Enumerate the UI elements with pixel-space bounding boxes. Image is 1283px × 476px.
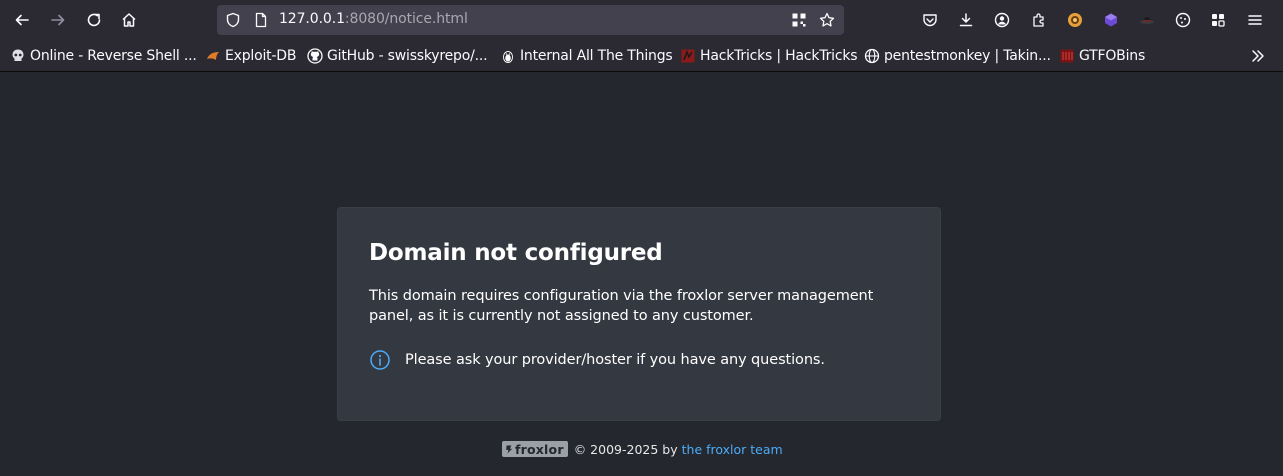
bookmark-label: GitHub - swisskyrepo/... (327, 48, 488, 64)
url-text[interactable]: 127.0.0.1:8080/notice.html (279, 11, 468, 27)
hamburger-menu-icon (1248, 15, 1262, 25)
reload-icon (87, 13, 101, 27)
home-icon (122, 13, 136, 27)
gtfobins-icon (1059, 48, 1075, 64)
bookmark-label: HackTricks | HackTricks (700, 48, 858, 64)
page-icon[interactable] (253, 12, 269, 28)
footer-copyright: © 2009-2025 by (573, 441, 678, 457)
url-host: 127.0.0.1 (279, 11, 345, 27)
pocket-icon (923, 14, 937, 27)
fox-extension-icon (1068, 13, 1082, 27)
hacktricks-icon (680, 48, 696, 64)
page-content: Domain not configured This domain requir… (0, 72, 1283, 476)
globe-icon (864, 48, 880, 64)
extensions-button[interactable] (1027, 8, 1051, 32)
browser-toolbar: 127.0.0.1:8080/notice.html (0, 0, 1283, 40)
bookmark-hacktricks[interactable]: HackTricks | HackTricks (680, 46, 858, 66)
notice-info: Please ask your provider/hoster if you h… (369, 349, 825, 371)
notice-info-text: Please ask your provider/hoster if you h… (405, 352, 825, 368)
bookmark-star-icon[interactable] (819, 12, 835, 28)
url-path: :8080/notice.html (344, 11, 468, 27)
froxlor-team-link[interactable]: the froxlor team (682, 442, 783, 457)
extension-cookie-button[interactable] (1171, 8, 1195, 32)
penguin-icon (500, 48, 516, 64)
cookie-icon (1175, 12, 1191, 28)
extension-foxyproxy-button[interactable] (1063, 8, 1087, 32)
forward-arrow-icon (51, 14, 65, 26)
github-icon (307, 48, 323, 64)
pocket-button[interactable] (918, 8, 942, 32)
downloads-button[interactable] (954, 8, 978, 32)
notice-text: This domain requires configuration via t… (369, 288, 874, 324)
extension-purple-button[interactable] (1099, 8, 1123, 32)
bookmark-label: Exploit-DB (225, 48, 297, 64)
bookmark-label: pentestmonkey | Takin... (884, 48, 1051, 64)
cube-extension-icon (1105, 13, 1117, 27)
page-footer: froxlor © 2009-2025 by the froxlor team (502, 441, 783, 457)
reload-button[interactable] (82, 8, 106, 32)
account-icon (994, 12, 1010, 28)
bookmark-exploit-db[interactable]: Exploit-DB (205, 46, 296, 66)
bookmark-label: GTFOBins (1079, 48, 1146, 64)
bookmark-label: Online - Reverse Shell ... (30, 48, 197, 64)
download-icon (959, 13, 973, 27)
bookmark-internal-all-the-things[interactable]: Internal All The Things (500, 46, 673, 66)
bookmarks-toolbar: Online - Reverse Shell ... Exploit-DB Gi… (0, 40, 1283, 72)
froxlor-logo-text: froxlor (515, 441, 564, 457)
bookmark-label: Internal All The Things (520, 48, 673, 64)
qr-code-icon[interactable] (791, 12, 807, 28)
bookmark-pentestmonkey[interactable]: pentestmonkey | Takin... (864, 46, 1051, 66)
notice-card: Domain not configured This domain requir… (337, 207, 941, 421)
puzzle-icon (1033, 13, 1044, 27)
bookmark-gtfobins[interactable]: GTFOBins (1059, 46, 1145, 66)
bookmark-reverse-shell[interactable]: Online - Reverse Shell ... (10, 46, 197, 66)
extension-grid-button[interactable] (1206, 8, 1230, 32)
shield-icon[interactable] (225, 12, 241, 28)
chevron-double-right-icon (1252, 50, 1264, 62)
exploit-db-icon (205, 48, 221, 64)
notice-title: Domain not configured (369, 240, 663, 266)
hat-extension-icon (1140, 17, 1154, 24)
bookmark-github[interactable]: GitHub - swisskyrepo/... (307, 46, 488, 66)
forward-button[interactable] (46, 8, 70, 32)
bookmarks-overflow-button[interactable] (1250, 46, 1266, 66)
menu-button[interactable] (1243, 8, 1267, 32)
froxlor-logo: froxlor (502, 441, 568, 457)
home-button[interactable] (117, 8, 141, 32)
skull-icon (10, 48, 26, 64)
grid-extension-icon (1212, 14, 1225, 27)
back-button[interactable] (10, 8, 34, 32)
info-icon (370, 350, 390, 370)
account-button[interactable] (990, 8, 1014, 32)
froxlor-logo-icon (506, 445, 513, 453)
address-bar[interactable]: 127.0.0.1:8080/notice.html (217, 5, 844, 35)
extension-hat-button[interactable] (1135, 8, 1159, 32)
back-arrow-icon (15, 14, 29, 26)
